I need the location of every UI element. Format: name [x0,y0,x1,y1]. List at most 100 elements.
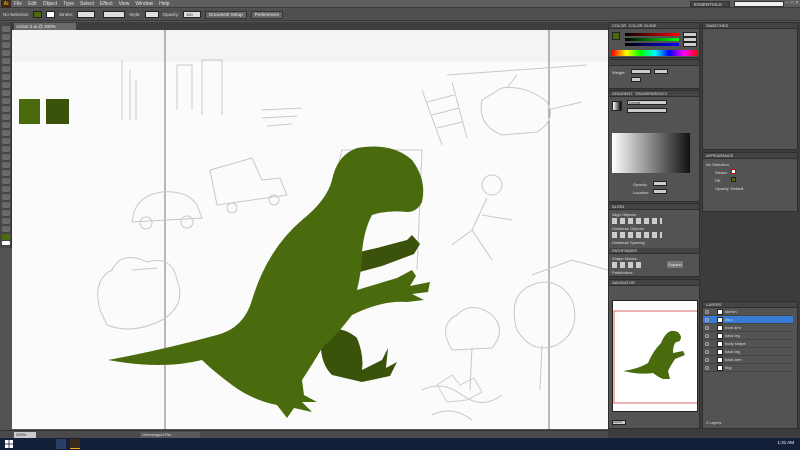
symbol-sprayer-tool-icon[interactable] [2,202,10,208]
menu-help[interactable]: Help [159,1,169,7]
rotate-tool-icon[interactable] [2,122,10,128]
close-icon[interactable]: × [795,1,799,6]
preferences-button[interactable]: Preferences [250,10,283,19]
direct-selection-tool-icon[interactable] [2,34,10,40]
gradient-thumbnail[interactable] [612,101,622,111]
gradient-type-dropdown[interactable]: Linear [627,100,667,105]
layer-row[interactable]: back leg [703,332,793,340]
opacity-field[interactable]: 100 [183,11,202,18]
taskbar-file-explorer-icon[interactable] [56,439,66,449]
free-transform-tool-icon[interactable] [2,146,10,152]
visibility-eye-icon[interactable] [705,358,709,362]
layer-row-selected[interactable]: dino [703,316,793,324]
maximize-icon[interactable]: □ [790,1,794,6]
eraser-tool-icon[interactable] [2,114,10,120]
pen-tool-icon[interactable] [2,58,10,64]
gradient-ramp[interactable] [612,133,690,173]
shape-mode-buttons[interactable] [612,262,644,268]
align-panel-tabs[interactable]: ALIGN [609,204,699,210]
gradient-panel-tabs[interactable]: GRADIENT TRANSPARENCY [609,91,699,97]
miter-limit[interactable] [631,77,641,82]
stroke-color-icon[interactable] [2,241,10,245]
line-tool-icon[interactable] [2,74,10,80]
layer-row[interactable]: back leg [703,348,793,356]
expand-button[interactable]: Expand [667,261,683,268]
color-spectrum[interactable] [612,50,698,56]
taskbar-illustrator-icon[interactable] [70,439,80,449]
color-fill-icon[interactable] [612,32,620,40]
align-buttons[interactable] [612,218,662,224]
blue-slider[interactable] [625,43,679,46]
appearance-fill-row[interactable]: Fill: [715,178,721,183]
blend-tool-icon[interactable] [2,194,10,200]
rectangle-tool-icon[interactable] [2,82,10,88]
menu-select[interactable]: Select [80,1,94,7]
pencil-tool-icon[interactable] [2,98,10,104]
visibility-eye-icon[interactable] [705,334,709,338]
navigator-zoom-field[interactable]: 200% [612,420,626,425]
visibility-eye-icon[interactable] [705,342,709,346]
navigator-preview[interactable] [612,300,698,412]
paintbrush-tool-icon[interactable] [2,90,10,96]
document-setup-button[interactable]: Document Setup [205,10,247,19]
blue-value[interactable] [683,42,697,47]
layer-row[interactable]: back arm [703,356,793,364]
style-dropdown[interactable] [144,11,159,18]
help-search-input[interactable] [734,1,784,7]
fill-color-icon[interactable] [2,234,10,240]
type-tool-icon[interactable] [2,66,10,72]
column-graph-tool-icon[interactable] [2,210,10,216]
appearance-stroke-row[interactable]: Stroke: [715,170,728,175]
canvas-area[interactable] [12,30,608,429]
width-tool-icon[interactable] [2,138,10,144]
tab-color[interactable]: COLOR [612,23,626,28]
layer-row[interactable]: bkg [703,364,793,372]
tab-align[interactable]: ALIGN [612,204,624,209]
tab-pathfinder[interactable]: PATHFINDER [612,248,637,253]
mesh-tool-icon[interactable] [2,170,10,176]
red-slider[interactable] [625,33,679,36]
artboard-tool-icon[interactable] [2,218,10,224]
visibility-eye-icon[interactable] [705,366,709,370]
visibility-eye-icon[interactable] [705,318,709,322]
appearance-fill-swatch[interactable] [731,177,736,182]
pathfinder-tabs[interactable]: PATHFINDER [609,248,699,254]
gradient-tool-icon[interactable] [2,178,10,184]
menu-view[interactable]: View [119,1,130,7]
stroke-weight-field[interactable] [77,11,96,18]
minimize-icon[interactable]: – [785,1,789,6]
swatches-panel-tabs[interactable]: SWATCHES [703,23,797,29]
stroke-swatch[interactable] [46,11,55,18]
tab-color-guide[interactable]: COLOR GUIDE [628,23,656,28]
document-tab[interactable]: Action 2.ai @ 200% (RGB/Preview) [14,23,76,36]
appearance-opacity-row[interactable]: Opacity: Default [715,186,743,191]
selection-tool-icon[interactable] [2,26,10,32]
gradient-angle[interactable] [627,108,667,113]
taskbar-clock[interactable]: 1:31 AM [777,440,794,445]
perspective-grid-tool-icon[interactable] [2,162,10,168]
green-slider[interactable] [625,38,679,41]
color-panel-tabs[interactable]: COLOR COLOR GUIDE [609,23,699,29]
layer-row[interactable]: body shape [703,340,793,348]
appearance-panel-tabs[interactable]: APPEARANCE [703,153,797,159]
stroke-cap-options[interactable] [654,69,668,74]
hand-tool-icon[interactable] [2,226,10,232]
appearance-stroke-swatch[interactable] [731,169,736,174]
windows-start-icon[interactable] [5,440,13,448]
menu-effect[interactable]: Effect [100,1,113,7]
magic-wand-tool-icon[interactable] [2,42,10,48]
menu-object[interactable]: Object [43,1,57,7]
tab-gradient[interactable]: GRADIENT [612,91,633,96]
workspace-switcher[interactable]: ESSENTIALS [690,1,730,7]
tab-swatches[interactable]: SWATCHES [706,23,728,28]
layer-row[interactable]: front arm [703,324,793,332]
eyedropper-tool-icon[interactable] [2,186,10,192]
menu-file[interactable]: File [14,1,22,7]
menu-edit[interactable]: Edit [28,1,37,7]
fill-swatch[interactable] [33,11,42,18]
navigator-tab[interactable]: NAVIGATOR [609,280,699,286]
lasso-tool-icon[interactable] [2,50,10,56]
color-swatch-dark[interactable] [46,99,69,124]
gradient-location-field[interactable] [653,189,667,194]
tab-appearance[interactable]: APPEARANCE [706,153,733,158]
